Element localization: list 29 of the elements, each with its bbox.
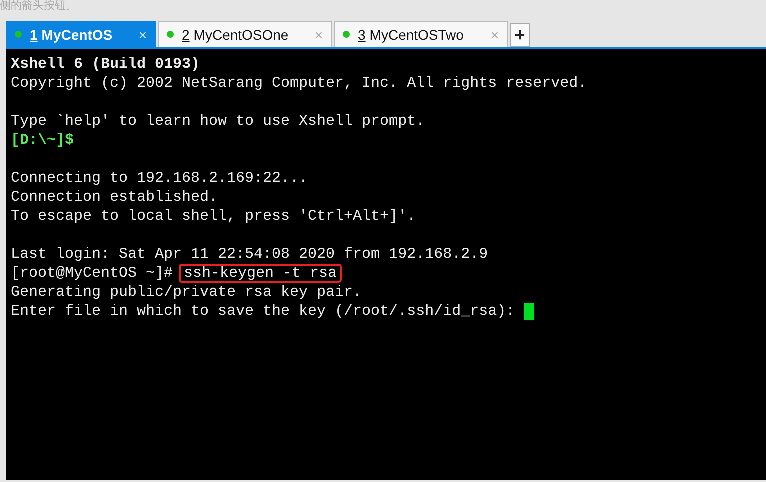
session-tab[interactable]: 3 MyCentOSTwo × [334, 21, 508, 47]
close-icon[interactable]: × [138, 26, 147, 42]
close-icon[interactable]: × [490, 26, 499, 42]
terminal-line: Last login: Sat Apr 11 22:54:08 2020 from 192.168.2.9 [11, 245, 488, 264]
status-dot-icon [167, 31, 174, 38]
terminal-line: Connection established. [11, 188, 218, 207]
shell-prompt: [root@MyCentOS ~]# [11, 264, 174, 283]
terminal-line: To escape to local shell, press 'Ctrl+Alt+]'. [11, 207, 416, 226]
tab-number: 2 [182, 26, 190, 42]
session-tab[interactable]: 2 MyCentOSOne × [158, 21, 332, 47]
terminal-line: Generating public/private rsa key pair. [11, 283, 362, 302]
terminal-line: Xshell 6 (Build 0193) [11, 55, 200, 74]
caption-text: 侧的箭头按钮。 [0, 0, 77, 12]
tab-label: MyCentOSTwo [370, 26, 465, 42]
terminal-line: Type `help' to learn how to use Xshell prompt. [11, 112, 426, 131]
tab-number: 3 [358, 26, 366, 42]
status-dot-icon [15, 31, 22, 38]
session-tab[interactable]: 1 MyCentOS × [6, 21, 156, 47]
new-tab-button[interactable]: + [510, 23, 530, 47]
tab-label: MyCentOS [42, 26, 114, 42]
close-icon[interactable]: × [314, 26, 323, 42]
command-text: ssh-keygen -t rsa [179, 264, 342, 283]
tab-number: 1 [30, 26, 38, 42]
local-prompt: [D:\~]$ [11, 131, 74, 150]
terminal-line: Connecting to 192.168.2.169:22... [11, 169, 308, 188]
terminal-line: Enter file in which to save the key (/root/.ssh/id_rsa): [11, 302, 516, 321]
status-dot-icon [343, 31, 350, 38]
terminal-line: Copyright (c) 2002 NetSarang Computer, Inc. All rights reserved. [11, 74, 588, 93]
tab-label: MyCentOSOne [194, 26, 290, 42]
